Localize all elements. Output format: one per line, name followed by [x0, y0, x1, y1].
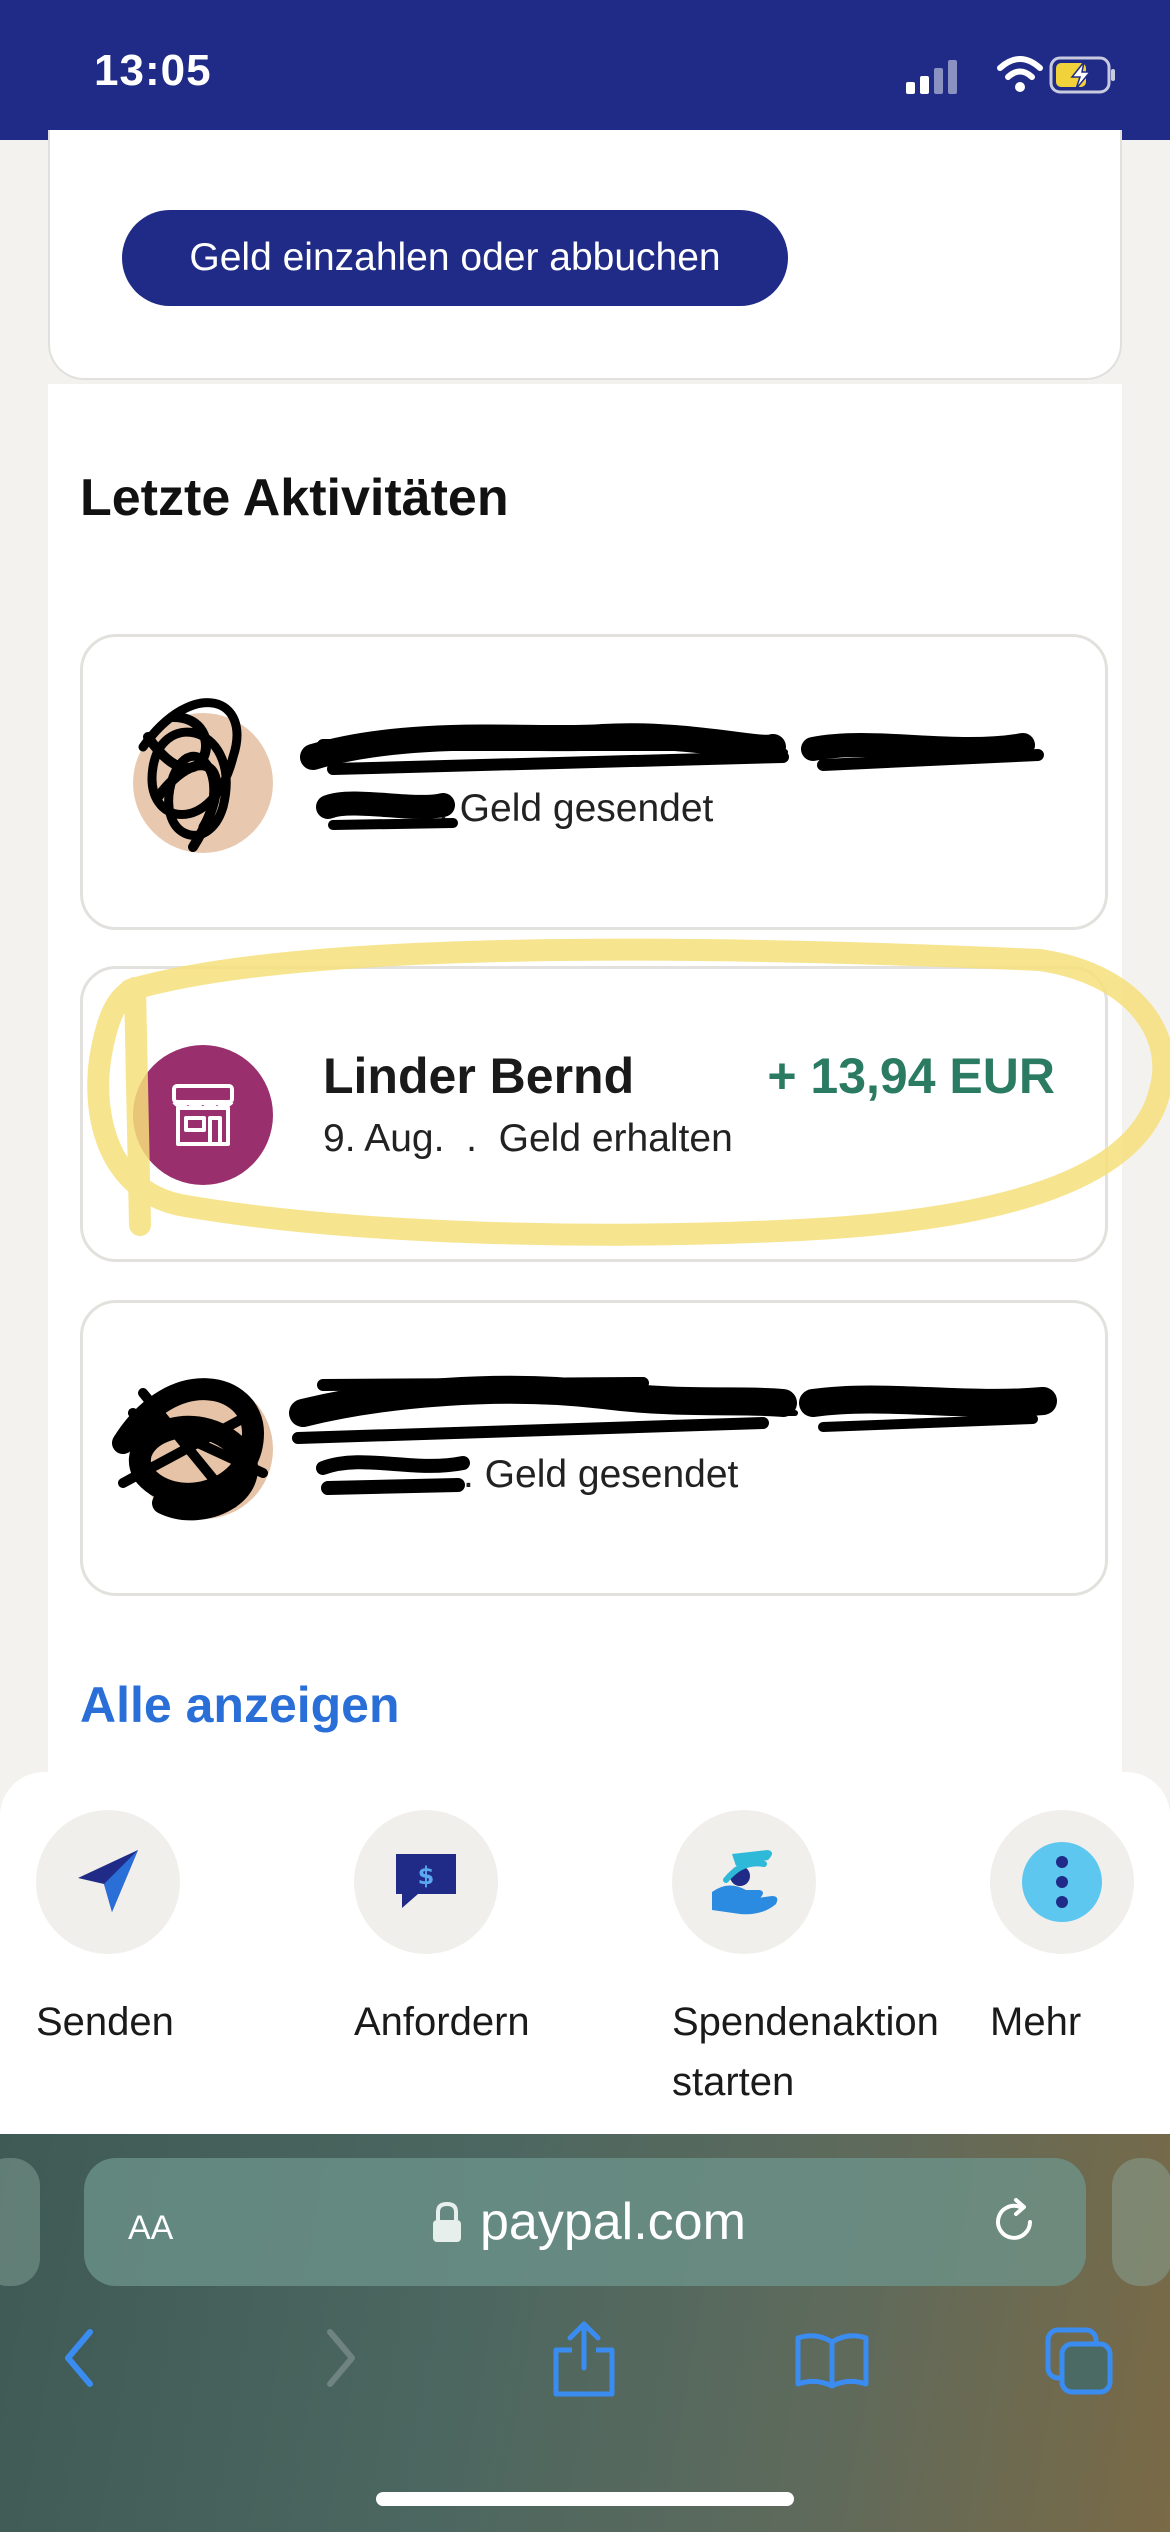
url-text[interactable]: paypal.com [480, 2192, 746, 2252]
activity-type: Geld erhalten [498, 1117, 733, 1160]
status-time: 13:05 [94, 46, 212, 95]
activity-item[interactable]: . Geld gesendet [80, 1300, 1108, 1596]
deposit-withdraw-button[interactable]: Geld einzahlen oder abbuchen [122, 210, 788, 306]
activity-item[interactable]: Linder Bernd + 13,94 EUR 9. Aug. . Geld … [80, 966, 1108, 1262]
fundraiser-action[interactable]: Spendenaktion starten [672, 1810, 972, 2112]
svg-text:$: $ [418, 1862, 435, 1890]
activity-date: 9. Aug. [323, 1117, 445, 1160]
more-action[interactable]: Mehr [990, 1810, 1140, 2052]
reload-icon[interactable] [990, 2196, 1042, 2248]
text-size-button[interactable]: AA [128, 2196, 173, 2250]
fundraiser-icon [672, 1810, 816, 1954]
wifi-icon [997, 56, 1043, 92]
activity-amount: + 13,94 EUR [767, 1048, 1055, 1104]
fundraiser-label: Spendenaktion starten [672, 2000, 939, 2104]
merchant-avatar [133, 1045, 273, 1185]
send-label: Senden [36, 2000, 174, 2044]
activity-meta: 9. Aug. . Geld erhalten [323, 1117, 733, 1160]
request-action[interactable]: $ Anfordern [354, 1810, 614, 2052]
quick-actions-bar: Senden $ Anfordern Spendenaktion starten [0, 1772, 1170, 2138]
redaction-scribble [112, 1375, 1057, 1521]
lock-icon [433, 2201, 461, 2242]
forward-icon[interactable] [320, 2326, 360, 2390]
activity-name: Linder Bernd [323, 1048, 635, 1104]
store-icon [172, 1084, 234, 1146]
status-icons [906, 56, 1115, 94]
more-label: Mehr [990, 2000, 1082, 2044]
activity-heading: Letzte Aktivitäten [80, 469, 509, 527]
cellular-signal-icon [906, 60, 957, 94]
battery-charging-icon [1049, 56, 1115, 94]
send-icon [36, 1810, 180, 1954]
activity-item[interactable]: . Geld gesendet [80, 634, 1108, 930]
see-all-link[interactable]: Alle anzeigen [80, 1676, 400, 1734]
send-action[interactable]: Senden [36, 1810, 296, 2052]
request-label: Anfordern [354, 2000, 530, 2044]
request-icon: $ [354, 1810, 498, 1954]
back-icon[interactable] [60, 2326, 100, 2390]
tabs-icon[interactable] [1044, 2326, 1116, 2398]
share-icon[interactable] [548, 2318, 620, 2398]
more-icon [990, 1810, 1134, 1954]
next-tab-preview[interactable] [1112, 2158, 1170, 2286]
home-indicator [376, 2492, 794, 2506]
bookmarks-icon[interactable] [794, 2330, 870, 2390]
previous-tab-preview[interactable] [0, 2158, 40, 2286]
redaction-scribble [138, 698, 1044, 852]
